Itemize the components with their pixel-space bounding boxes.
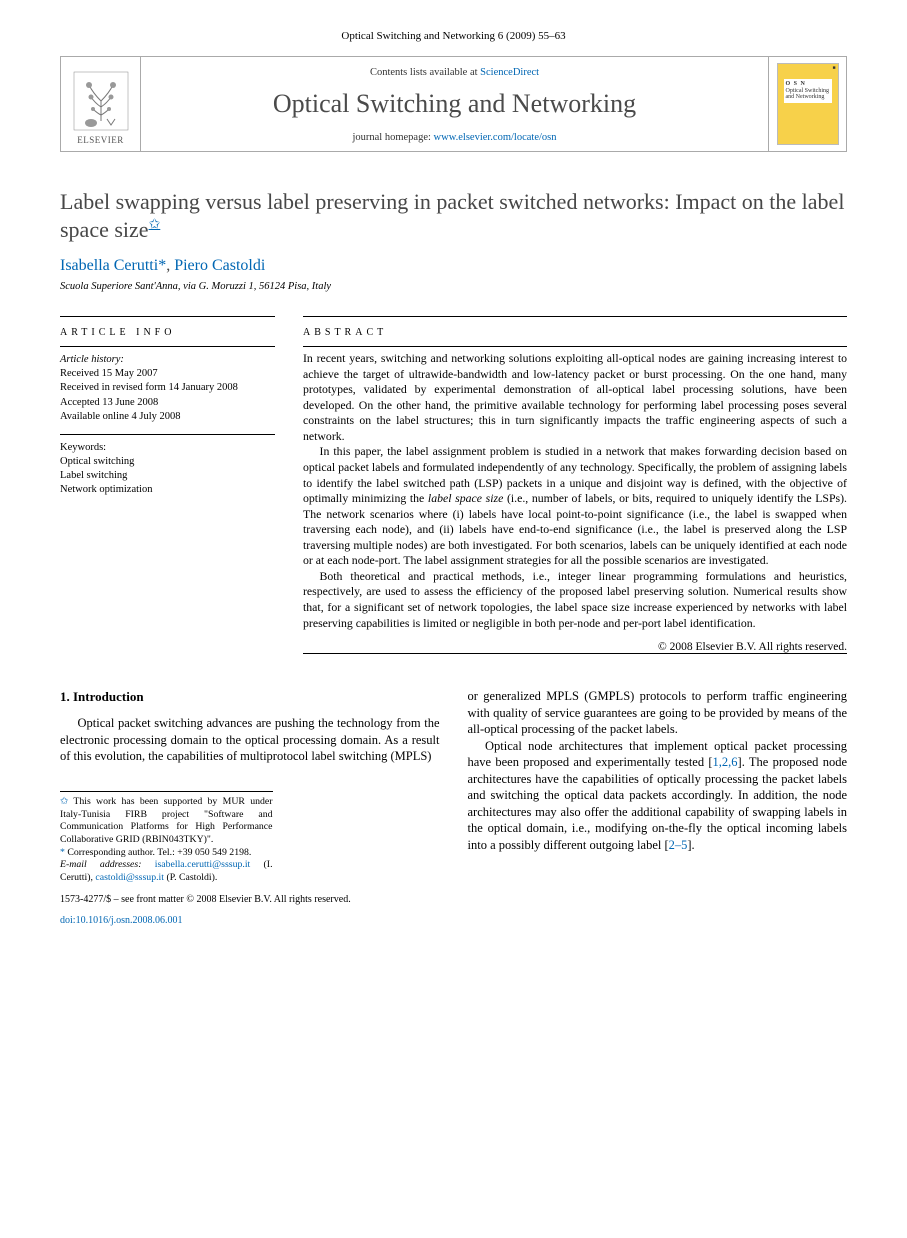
- keyword: Optical switching: [60, 455, 275, 469]
- footnotes-block: ✩ This work has been supported by MUR un…: [60, 791, 273, 885]
- keywords-heading: Keywords:: [60, 441, 275, 455]
- section-heading-introduction: 1. Introduction: [60, 688, 440, 705]
- body-paragraph: Optical packet switching advances are pu…: [60, 715, 440, 765]
- abstract-copyright: © 2008 Elsevier B.V. All rights reserved…: [303, 641, 847, 653]
- keyword: Label switching: [60, 469, 275, 483]
- journal-cover-icon: ■ O S N Optical Switching and Networking: [777, 63, 839, 145]
- article-info-column: ARTICLE INFO Article history: Received 1…: [60, 316, 275, 654]
- abstract-p2: In this paper, the label assignment prob…: [303, 444, 847, 569]
- footnote-corresponding: * Corresponding author. Tel.: +39 050 54…: [60, 847, 273, 860]
- journal-homepage-link[interactable]: www.elsevier.com/locate/osn: [434, 132, 557, 143]
- ref-link[interactable]: 1,2,6: [713, 755, 738, 769]
- author-separator: ,: [166, 257, 174, 274]
- abstract-p2-italic: label space size: [428, 491, 503, 505]
- sciencedirect-link[interactable]: ScienceDirect: [480, 67, 539, 78]
- doi-link[interactable]: doi:10.1016/j.osn.2008.06.001: [60, 915, 183, 926]
- cover-thumbnail-block: ■ O S N Optical Switching and Networking: [768, 57, 846, 151]
- footer-doi: doi:10.1016/j.osn.2008.06.001: [60, 914, 440, 927]
- email-who-2: (P. Castoldi).: [164, 872, 217, 883]
- cover-initials: O S N: [786, 81, 830, 88]
- contents-available-line: Contents lists available at ScienceDirec…: [149, 67, 760, 78]
- header-citation: Optical Switching and Networking 6 (2009…: [60, 30, 847, 42]
- cover-text: Optical Switching and Networking: [786, 88, 830, 101]
- body-text: ]. The proposed node architectures have …: [468, 755, 848, 852]
- affiliation: Scuola Superiore Sant'Anna, via G. Moruz…: [60, 281, 847, 292]
- abstract-p1: In recent years, switching and networkin…: [303, 351, 847, 444]
- masthead: ELSEVIER Contents lists available at Sci…: [60, 56, 847, 152]
- email-label: E-mail addresses:: [60, 859, 141, 870]
- history-online: Available online 4 July 2008: [60, 410, 275, 424]
- email-link-castoldi[interactable]: castoldi@sssup.it: [95, 872, 164, 883]
- keywords-block: Keywords: Optical switching Label switch…: [60, 435, 275, 508]
- publisher-label: ELSEVIER: [77, 135, 124, 145]
- homepage-prefix: journal homepage:: [352, 132, 433, 143]
- publisher-logo-block: ELSEVIER: [61, 57, 141, 151]
- body-columns: 1. Introduction Optical packet switching…: [60, 688, 847, 927]
- doi-prefix: doi:: [60, 915, 76, 926]
- footer-issn: 1573-4277/$ – see front matter © 2008 El…: [60, 893, 440, 906]
- history-revised: Received in revised form 14 January 2008: [60, 381, 275, 395]
- footnote-funding: ✩ This work has been supported by MUR un…: [60, 796, 273, 847]
- doi-value: 10.1016/j.osn.2008.06.001: [76, 915, 183, 926]
- corresponding-author-star-link[interactable]: *: [158, 257, 166, 274]
- info-abstract-row: ARTICLE INFO Article history: Received 1…: [60, 316, 847, 654]
- author-link-cerutti[interactable]: Isabella Cerutti: [60, 257, 158, 274]
- history-received: Received 15 May 2007: [60, 367, 275, 381]
- email-link-cerutti[interactable]: isabella.cerutti@sssup.it: [155, 859, 251, 870]
- article-history: Article history: Received 15 May 2007 Re…: [60, 347, 275, 434]
- contents-prefix: Contents lists available at: [370, 67, 480, 78]
- author-link-castoldi[interactable]: Piero Castoldi: [174, 257, 265, 274]
- journal-name: Optical Switching and Networking: [149, 89, 760, 119]
- abstract-p3: Both theoretical and practical methods, …: [303, 569, 847, 631]
- footnote-funding-text: This work has been supported by MUR unde…: [60, 796, 273, 845]
- divider: [303, 653, 847, 654]
- corresponding-text: Corresponding author. Tel.: +39 050 549 …: [67, 847, 251, 858]
- title-footnote-star-link[interactable]: ✩: [149, 217, 161, 232]
- keyword: Network optimization: [60, 483, 275, 497]
- masthead-center: Contents lists available at ScienceDirec…: [141, 57, 768, 151]
- ref-link[interactable]: 2–5: [669, 838, 688, 852]
- body-right-column: or generalized MPLS (GMPLS) protocols to…: [468, 688, 848, 927]
- abstract-text: In recent years, switching and networkin…: [303, 347, 847, 639]
- footnote-emails: E-mail addresses: isabella.cerutti@sssup…: [60, 859, 273, 884]
- abstract-column: ABSTRACT In recent years, switching and …: [303, 316, 847, 654]
- body-paragraph: Optical node architectures that implemen…: [468, 738, 848, 854]
- body-text: ].: [687, 838, 694, 852]
- footnote-star-icon[interactable]: ✩: [60, 796, 68, 807]
- body-left-column: 1. Introduction Optical packet switching…: [60, 688, 440, 927]
- body-paragraph: or generalized MPLS (GMPLS) protocols to…: [468, 688, 848, 738]
- abstract-label: ABSTRACT: [303, 317, 847, 346]
- authors-line: Isabella Cerutti*, Piero Castoldi: [60, 257, 847, 275]
- corresponding-star-icon[interactable]: *: [60, 847, 65, 858]
- elsevier-tree-icon: [73, 71, 129, 131]
- journal-homepage-line: journal homepage: www.elsevier.com/locat…: [149, 132, 760, 143]
- title-text: Label swapping versus label preserving i…: [60, 189, 844, 242]
- article-info-label: ARTICLE INFO: [60, 317, 275, 346]
- history-heading: Article history:: [60, 353, 275, 367]
- article-title: Label swapping versus label preserving i…: [60, 188, 847, 243]
- history-accepted: Accepted 13 June 2008: [60, 396, 275, 410]
